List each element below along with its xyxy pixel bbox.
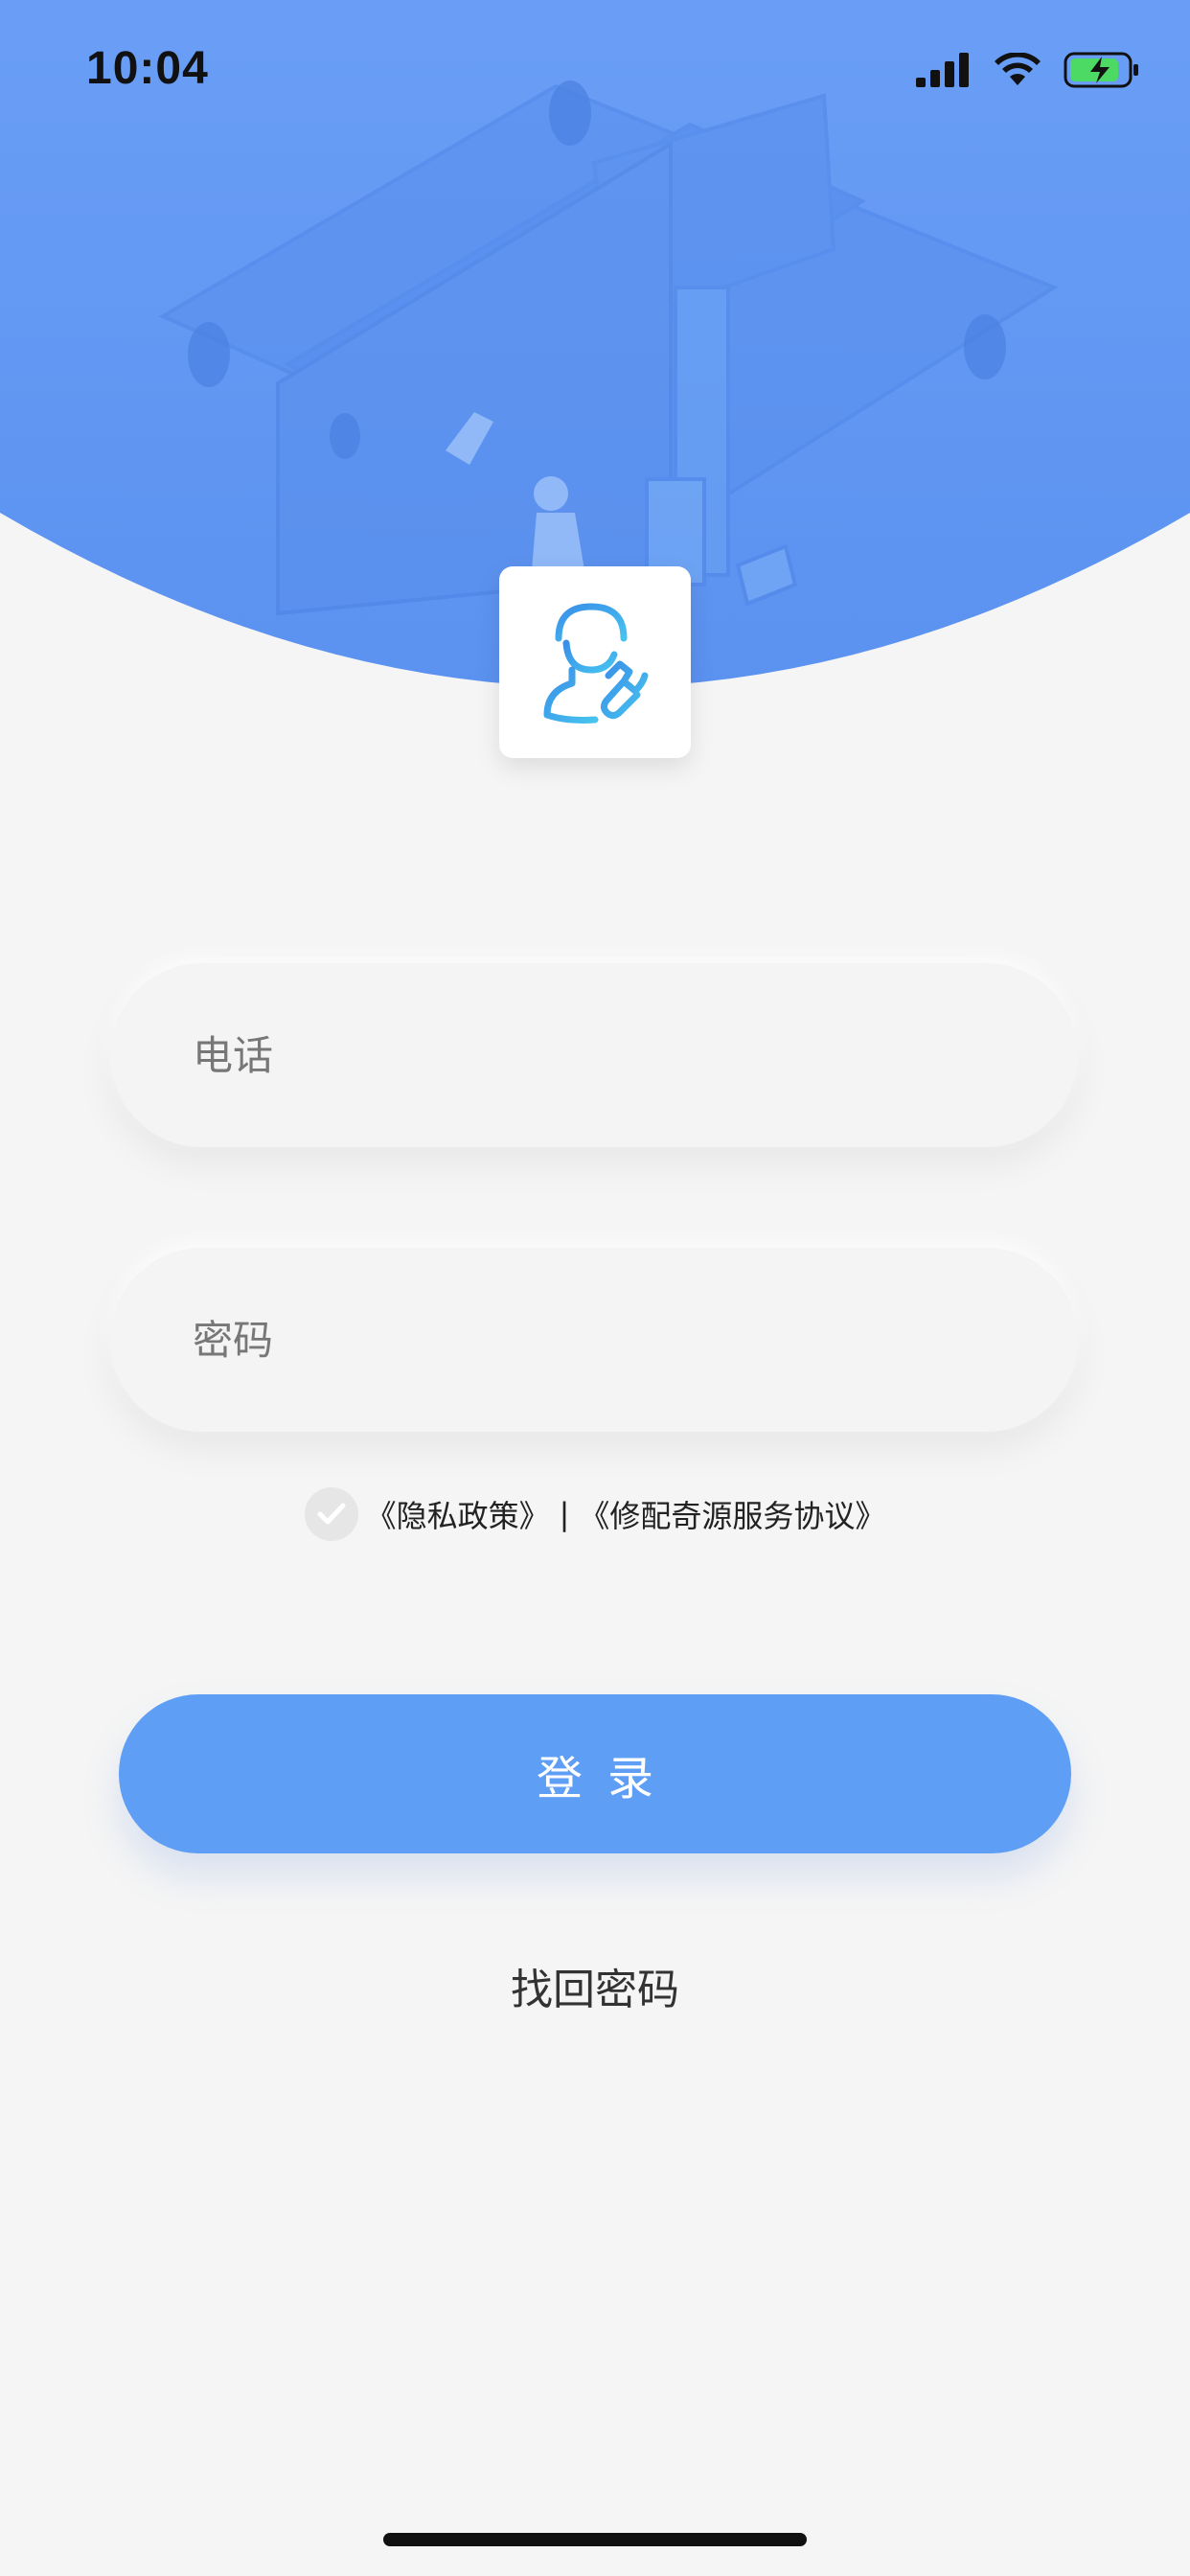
- cellular-signal-icon: [916, 53, 969, 87]
- password-field[interactable]: [110, 1248, 1078, 1432]
- home-indicator[interactable]: [383, 2533, 807, 2546]
- status-icons: [916, 46, 1140, 94]
- password-input[interactable]: [110, 1248, 1078, 1432]
- agreement-separator: |: [559, 1496, 570, 1532]
- wifi-icon: [995, 53, 1041, 85]
- check-icon: [317, 1503, 346, 1525]
- battery-charging-icon: [1064, 52, 1138, 88]
- service-agreement-link[interactable]: 《修配奇源服务协议》: [579, 1492, 885, 1536]
- status-time: 10:04: [86, 43, 209, 94]
- phone-input[interactable]: [110, 963, 1078, 1147]
- app-logo: [499, 566, 691, 758]
- forgot-password-link[interactable]: 找回密码: [0, 1955, 1190, 2016]
- agreement-row: 《隐私政策》 | 《修配奇源服务协议》: [0, 1485, 1190, 1543]
- agreement-checkbox[interactable]: [304, 1487, 358, 1541]
- status-bar: 10:04: [0, 0, 1190, 134]
- privacy-policy-link[interactable]: 《隐私政策》: [366, 1492, 550, 1536]
- login-screen: 10:04 电话 《隐私政策》 | 《修配奇源服务协议》 登录 找回密码: [0, 0, 1190, 2576]
- login-button[interactable]: 登录: [119, 1694, 1071, 1853]
- phone-field[interactable]: [110, 963, 1078, 1147]
- worker-with-wrench-icon: [543, 603, 649, 724]
